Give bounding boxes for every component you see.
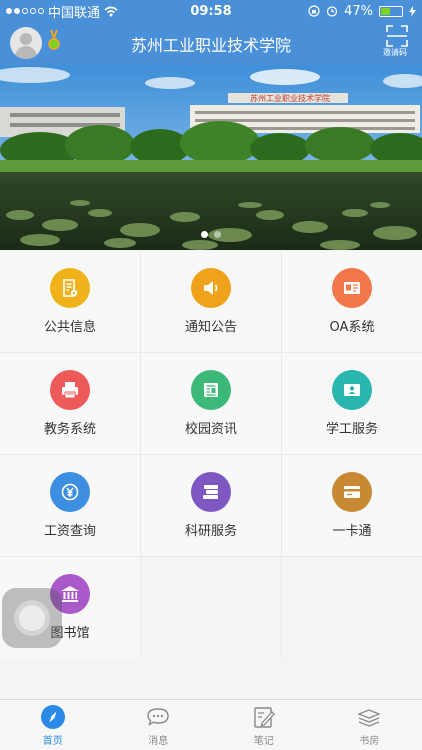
grid-item[interactable]: 一卡通	[282, 455, 422, 556]
book-shelf-icon	[356, 704, 382, 730]
grid-item[interactable]: 学工服务	[282, 353, 422, 454]
newspaper-icon	[191, 370, 231, 410]
grid-item-label: 工资查询	[43, 524, 96, 539]
books-stack-icon	[191, 472, 231, 512]
alarm-icon	[327, 6, 338, 17]
page-title: 苏州工业职业技术学院	[130, 35, 291, 55]
grid-item[interactable]: 工资查询	[0, 455, 140, 556]
scan-icon	[386, 25, 408, 47]
status-bar: 中国联通 09:58 47%	[0, 0, 422, 22]
avatar[interactable]	[10, 27, 42, 59]
battery-icon	[379, 5, 404, 17]
tab-note-edit[interactable]: 笔记	[211, 700, 317, 750]
grid-item[interactable]: OA系统	[282, 251, 422, 352]
printer-icon	[50, 370, 90, 410]
note-edit-icon	[251, 704, 277, 730]
speaker-icon	[191, 268, 231, 308]
invite-code-button[interactable]: 邀请码	[382, 25, 412, 58]
grid-item-label: OA系统	[329, 320, 375, 335]
banner-dot[interactable]	[201, 231, 208, 238]
grid-item[interactable]: 公共信息	[0, 251, 140, 352]
medal-icon[interactable]	[48, 30, 60, 52]
grid-item-label: 校园资讯	[184, 422, 237, 437]
battery-percent: 47%	[344, 3, 374, 19]
banner-pager[interactable]	[0, 231, 422, 238]
bank-card-icon	[332, 472, 372, 512]
chat-bubble-icon	[145, 704, 171, 730]
app-grid: 公共信息 通知公告 OA系统 教务系统 校园资讯 学工服务 工资查询 科研服务 一卡通 图书馆	[0, 251, 422, 658]
tab-label: 书房	[359, 735, 380, 747]
document-gear-icon	[50, 268, 90, 308]
tab-chat-bubble[interactable]: 消息	[106, 700, 212, 750]
grid-item-label: 教务系统	[43, 422, 96, 437]
grid-empty-cell	[141, 557, 281, 658]
charging-icon	[409, 5, 417, 17]
grid-item-label: 一卡通	[332, 524, 372, 539]
tab-compass[interactable]: 首页	[0, 700, 106, 750]
campus-banner[interactable]: 苏州工业职业技术学院	[0, 65, 422, 250]
id-card-icon	[332, 268, 372, 308]
campus-photo: 苏州工业职业技术学院	[0, 65, 422, 250]
banner-dot[interactable]	[214, 231, 221, 238]
tab-label: 笔记	[253, 735, 274, 747]
grid-item-label: 科研服务	[184, 524, 237, 539]
compass-icon	[40, 704, 66, 730]
grid-item-label: 学工服务	[325, 422, 378, 437]
grid-item-label: 公共信息	[43, 320, 96, 335]
status-time: 09:58	[190, 3, 232, 19]
carrier-label: 中国联通	[48, 5, 101, 21]
tab-bar: 首页 消息 笔记 书房	[0, 699, 422, 750]
grid-item[interactable]: 通知公告	[141, 251, 281, 352]
tab-book-shelf[interactable]: 书房	[317, 700, 422, 750]
signal-icon	[6, 8, 44, 14]
yen-coin-icon	[50, 472, 90, 512]
wifi-icon	[104, 6, 118, 16]
invite-code-label: 邀请码	[383, 48, 407, 57]
grid-item[interactable]: 教务系统	[0, 353, 140, 454]
lock-rotation-icon	[308, 5, 320, 17]
tab-label: 消息	[148, 735, 169, 747]
grid-item[interactable]: 科研服务	[141, 455, 281, 556]
app-header: 苏州工业职业技术学院 邀请码	[0, 22, 422, 65]
assistive-touch-button[interactable]	[2, 588, 62, 648]
grid-empty-cell	[282, 557, 422, 658]
banner-sign: 苏州工业职业技术学院	[250, 93, 330, 103]
grid-item-label: 通知公告	[184, 320, 237, 335]
student-card-icon	[332, 370, 372, 410]
grid-item[interactable]: 校园资讯	[141, 353, 281, 454]
tab-label: 首页	[42, 735, 63, 747]
